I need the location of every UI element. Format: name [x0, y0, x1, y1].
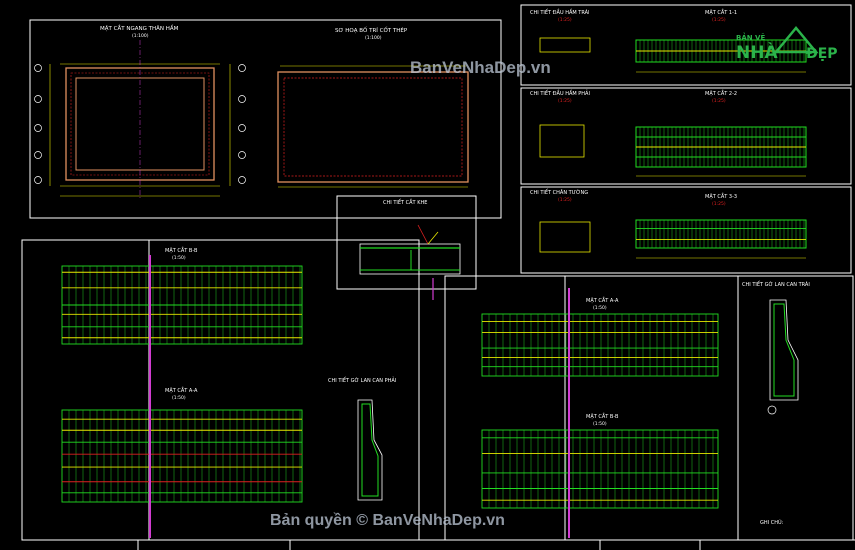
scale-head-3: (1:25) — [558, 197, 572, 203]
title-sec-2: MẶT CẮT 2-2 — [705, 89, 737, 97]
note-label: GHI CHÚ: — [760, 519, 784, 526]
scale-plan: (1:100) — [365, 35, 382, 41]
scale-left-bb: (1:50) — [172, 255, 186, 261]
scale-sec-1: (1:25) — [712, 17, 726, 23]
title-left-bb: MẶT CẮT B-B — [165, 246, 198, 254]
title-head-3: CHI TIẾT CHÂN TƯỜNG — [530, 188, 588, 196]
title-rail-right: CHI TIẾT GỜ LAN CAN TRÁI — [742, 280, 810, 288]
title-head-1: CHI TIẾT ĐẦU HẦM TRÁI — [530, 8, 590, 16]
logo-line3: ĐẸP — [806, 46, 838, 62]
scale-sec-3: (1:25) — [712, 201, 726, 207]
scale-cross-section: (1:100) — [132, 33, 149, 39]
watermark-bottom: Bản quyền © BanVeNhaDep.vn — [270, 512, 505, 529]
title-left-aa: MẶT CẮT A-A — [165, 386, 198, 394]
title-rail-left: CHI TIẾT GỜ LAN CAN PHẢI — [328, 376, 396, 384]
title-head-2: CHI TIẾT ĐẦU HẦM PHẢI — [530, 89, 590, 97]
title-sec-3: MẶT CẮT 3-3 — [705, 192, 737, 200]
drawing-background — [0, 0, 855, 550]
title-plan: SƠ HOẠ BỐ TRÍ CỐT THÉP — [335, 26, 408, 34]
title-sec-1: MẶT CẮT 1-1 — [705, 8, 737, 16]
scale-right-aa: (1:50) — [593, 305, 607, 311]
title-right-aa: MẶT CẮT A-A — [586, 296, 619, 304]
logo-line2: NHÀ — [736, 41, 778, 63]
logo-line1: BẢN VẼ — [736, 32, 765, 42]
scale-sec-2: (1:25) — [712, 98, 726, 104]
scale-right-bb: (1:50) — [593, 421, 607, 427]
scale-left-aa: (1:50) — [172, 395, 186, 401]
scale-head-1: (1:25) — [558, 17, 572, 23]
title-detail-neck: CHI TIẾT CẮT KHE — [383, 198, 427, 206]
title-cross-section: MẶT CẮT NGANG THÂN HẦM — [100, 24, 179, 32]
cad-drawing-canvas: MẶT CẮT NGANG THÂN HẦM (1:100) SƠ HOẠ BỐ… — [0, 0, 855, 550]
scale-head-2: (1:25) — [558, 98, 572, 104]
title-right-bb: MẶT CẮT B-B — [586, 412, 619, 420]
watermark-center: BanVeNhaDep.vn — [410, 58, 551, 77]
